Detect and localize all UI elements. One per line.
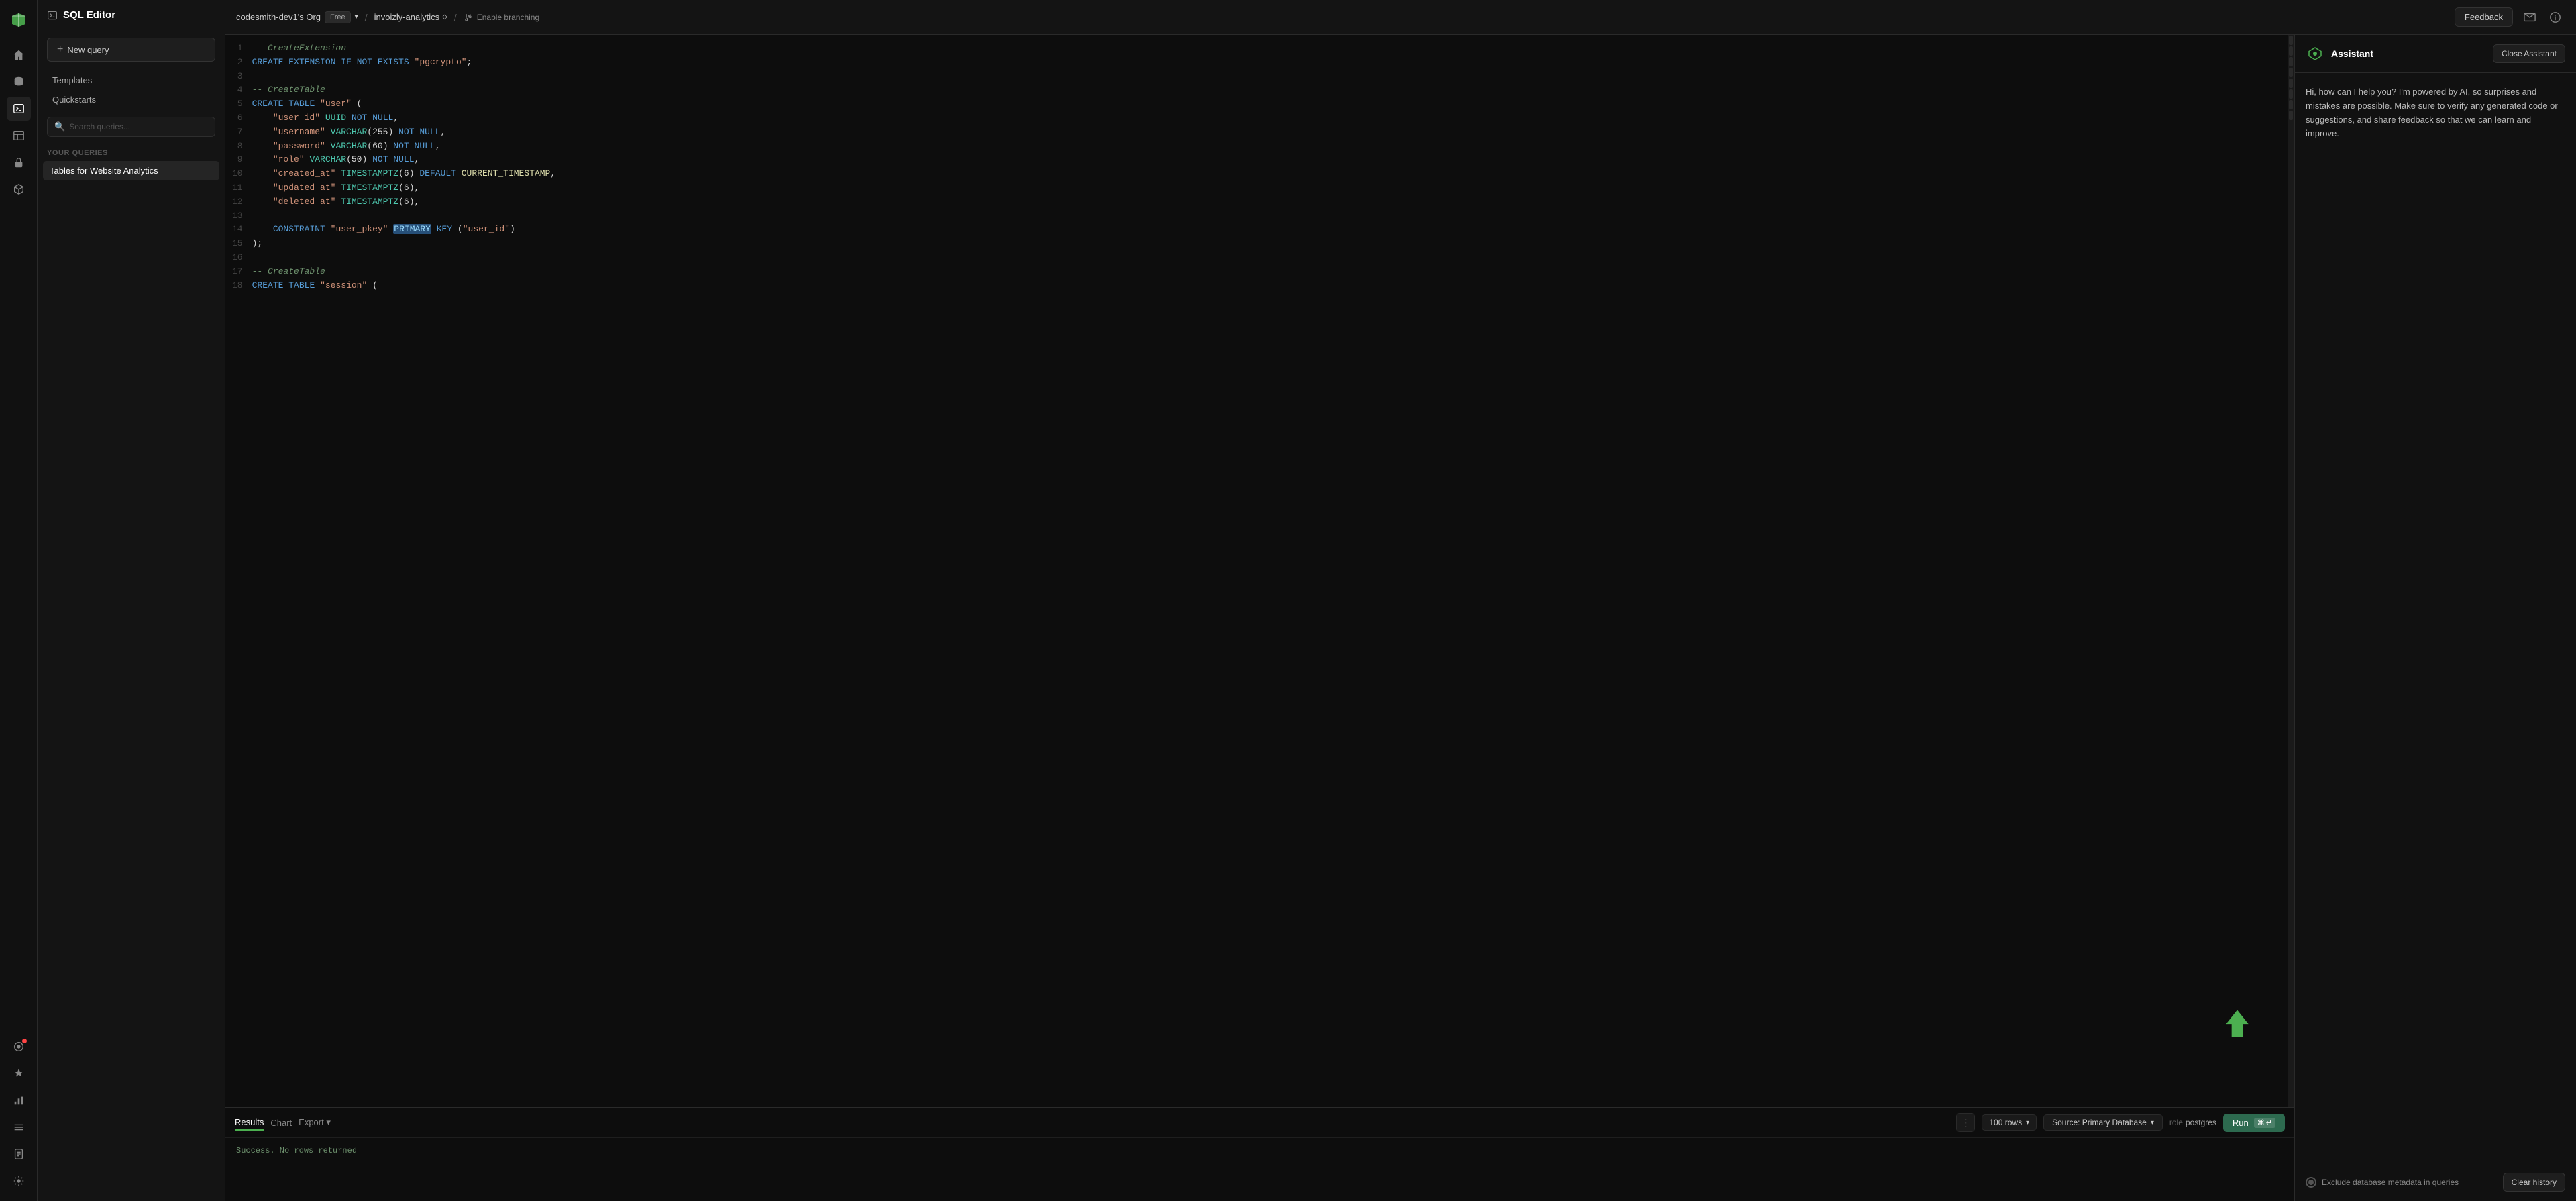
run-button[interactable]: Run ⌘ ↵ (2223, 1114, 2285, 1132)
more-options-button[interactable]: ⋮ (1956, 1113, 1975, 1132)
breadcrumb-sep: / (365, 12, 368, 23)
rows-chevron-icon: ▾ (2026, 1119, 2029, 1127)
source-selector[interactable]: Source: Primary Database ▾ (2043, 1114, 2163, 1131)
query-result-text: Success. No rows returned (225, 1138, 2294, 1201)
assistant-body: Hi, how can I help you? I'm powered by A… (2295, 73, 2576, 1163)
breadcrumb-sep-2: / (454, 12, 457, 23)
sidebar-icon-doc[interactable] (7, 1142, 31, 1166)
left-panel: SQL Editor + New query Templates Quickst… (38, 0, 225, 1201)
role-value: postgres (2186, 1118, 2216, 1127)
bottom-toolbar: Results Chart Export ▾ ⋮ 100 rows ▾ Sour… (225, 1108, 2294, 1138)
branch-label: Enable branching (477, 13, 539, 22)
line-numbers: 1234 5678 9101112 13141516 1718 (225, 42, 252, 1100)
editor-area: 1234 5678 9101112 13141516 1718 -- Creat… (225, 35, 2576, 1201)
sidebar-icon-lock[interactable] (7, 150, 31, 174)
sidebar-icon-database[interactable] (7, 70, 31, 94)
feedback-button[interactable]: Feedback (2455, 7, 2513, 27)
sidebar-icon-settings[interactable] (7, 1169, 31, 1193)
scrollbar-tick (2289, 111, 2293, 120)
role-prefix: role (2169, 1118, 2183, 1127)
toggle-circle (2306, 1177, 2316, 1188)
org-name-text: codesmith-dev1's Org (236, 12, 321, 22)
your-queries-label: YOUR QUERIES (38, 142, 225, 160)
scrollbar-tick (2289, 46, 2293, 56)
sidebar-icon-activity[interactable] (7, 1035, 31, 1059)
clear-history-button[interactable]: Clear history (2503, 1173, 2565, 1192)
scrollbar-tick (2289, 36, 2293, 45)
scrollbar-tick (2289, 100, 2293, 109)
query-item-active[interactable]: Tables for Website Analytics (43, 161, 219, 180)
rows-label: 100 rows (1989, 1118, 2022, 1127)
sidebar-icon-list[interactable] (7, 1115, 31, 1139)
exclude-label: Exclude database metadata in queries (2322, 1178, 2459, 1187)
mail-icon[interactable] (2520, 7, 2540, 28)
sidebar-icon-chart[interactable] (7, 1088, 31, 1112)
db-chevron-icon: ◇ (442, 13, 447, 21)
plus-icon: + (57, 44, 63, 56)
new-query-button[interactable]: + New query (47, 38, 215, 62)
info-icon[interactable] (2545, 7, 2565, 28)
assistant-panel: Assistant Close Assistant Hi, how can I … (2294, 35, 2576, 1201)
org-chevron-icon: ▾ (355, 13, 358, 21)
source-chevron-icon: ▾ (2151, 1119, 2154, 1127)
code-editor[interactable]: 1234 5678 9101112 13141516 1718 -- Creat… (225, 35, 2294, 1107)
org-selector[interactable]: codesmith-dev1's Org Free ▾ (236, 11, 358, 23)
scrollbar-tick (2289, 68, 2293, 77)
page-title: SQL Editor (63, 9, 115, 21)
sidebar-icon-tables[interactable] (7, 123, 31, 148)
enable-branching-button[interactable]: Enable branching (464, 13, 539, 22)
new-query-label: New query (67, 45, 109, 55)
exclude-metadata-toggle[interactable]: Exclude database metadata in queries (2306, 1177, 2459, 1188)
run-kbd-shortcut: ⌘ ↵ (2254, 1118, 2275, 1128)
bottom-panel: Results Chart Export ▾ ⋮ 100 rows ▾ Sour… (225, 1107, 2294, 1201)
search-box[interactable]: 🔍 (47, 117, 215, 137)
top-bar-icons (2520, 7, 2565, 28)
left-panel-nav: Templates Quickstarts (38, 68, 225, 111)
nav-item-quickstarts[interactable]: Quickstarts (47, 91, 215, 109)
close-assistant-button[interactable]: Close Assistant (2493, 44, 2565, 63)
run-label: Run (2233, 1118, 2249, 1128)
db-name-text: invoizly-analytics (374, 12, 440, 22)
left-panel-header: SQL Editor (38, 0, 225, 28)
sidebar-icon-home[interactable] (7, 43, 31, 67)
org-badge: Free (325, 11, 351, 23)
assistant-welcome-text: Hi, how can I help you? I'm powered by A… (2306, 85, 2565, 141)
search-input[interactable] (69, 122, 208, 132)
code-lines: -- CreateExtension CREATE EXTENSION IF N… (252, 42, 2294, 1100)
nav-item-templates[interactable]: Templates (47, 71, 215, 89)
assistant-title: Assistant (2331, 48, 2486, 59)
tab-results[interactable]: Results (235, 1115, 264, 1131)
cmd-icon: ⌘ (2257, 1118, 2265, 1127)
editor-scrollbar[interactable] (2288, 35, 2294, 1107)
assistant-icon (2306, 44, 2324, 63)
scrollbar-tick (2289, 89, 2293, 99)
sidebar-icon-package[interactable] (7, 177, 31, 201)
app-logo[interactable] (7, 8, 31, 32)
assistant-header: Assistant Close Assistant (2295, 35, 2576, 73)
search-icon: 🔍 (54, 121, 65, 132)
assistant-footer: Exclude database metadata in queries Cle… (2295, 1163, 2576, 1201)
rows-selector[interactable]: 100 rows ▾ (1982, 1114, 2037, 1131)
sidebar-icon-plugin[interactable] (7, 1061, 31, 1086)
db-selector[interactable]: invoizly-analytics ◇ (374, 12, 447, 22)
icon-sidebar (0, 0, 38, 1201)
branch-icon (464, 13, 473, 22)
editor-icon (47, 10, 58, 21)
success-message: Success. No rows returned (236, 1146, 357, 1155)
tab-export[interactable]: Export ▾ (299, 1115, 331, 1130)
scroll-down-indicator (2220, 1004, 2254, 1040)
scrollbar-tick (2289, 57, 2293, 66)
code-content: 1234 5678 9101112 13141516 1718 -- Creat… (225, 35, 2294, 1107)
toggle-inner (2308, 1180, 2314, 1185)
sidebar-icon-editor[interactable] (7, 97, 31, 121)
top-bar: codesmith-dev1's Org Free ▾ / invoizly-a… (225, 0, 2576, 35)
scrollbar-tick (2289, 79, 2293, 88)
source-label: Source: Primary Database (2052, 1118, 2147, 1127)
tab-chart[interactable]: Chart (270, 1116, 292, 1130)
main-content: codesmith-dev1's Org Free ▾ / invoizly-a… (225, 0, 2576, 1201)
role-area: role postgres (2169, 1118, 2216, 1127)
enter-icon: ↵ (2266, 1118, 2272, 1127)
